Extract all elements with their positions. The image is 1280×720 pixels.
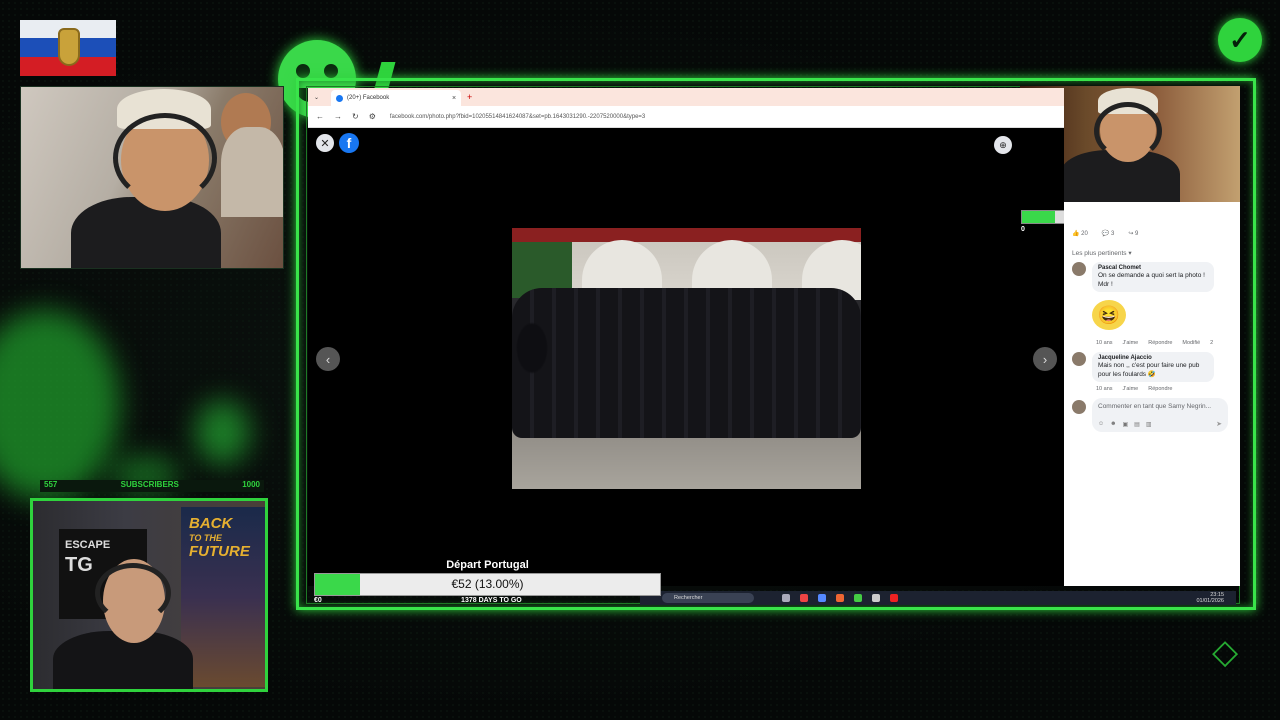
facebook-logo-icon[interactable]: f — [339, 133, 359, 153]
donation-goal-footer: €0 1378 DAYS TO GO — [314, 597, 661, 605]
next-photo-button[interactable]: › — [1033, 347, 1057, 371]
brave-icon[interactable] — [800, 594, 808, 602]
windows-taskbar: Rechercher 23:15 01/01/2026 — [640, 591, 1236, 605]
donation-days: 1378 DAYS TO GO — [461, 597, 522, 604]
webcam-bottom-left: ESCAPE TG BACK TO THE FUTURE — [30, 498, 268, 692]
green-glow-small — [195, 400, 250, 465]
tab-title: (20+) Facebook — [347, 95, 390, 101]
comment-bubble: Jacqueline Ajaccio Mais non ,, c'est pou… — [1092, 352, 1214, 382]
webcam-top-left — [20, 86, 284, 269]
gift-icon[interactable]: ▥ — [1146, 421, 1152, 428]
comment-text: Mais non ,, c'est pour faire une pub pou… — [1098, 362, 1200, 378]
url-field[interactable]: facebook.com/photo.php?fbid=102055148416… — [390, 114, 645, 120]
ethereum-icon: ◇ — [1212, 633, 1239, 671]
zoom-in-icon[interactable]: ⊕ — [994, 136, 1012, 154]
avatar — [1072, 400, 1086, 414]
like-link[interactable]: J'aime — [1123, 340, 1139, 346]
avatar[interactable] — [1072, 352, 1086, 366]
subscribers-goal: 1000 — [242, 480, 260, 489]
donation-start: €0 — [314, 597, 322, 604]
explorer-icon[interactable] — [782, 594, 790, 602]
address-bar: ← → ↻ ⚙ facebook.com/photo.php?fbid=1020… — [308, 106, 1064, 128]
youtube-icon[interactable] — [890, 594, 898, 602]
stream-overlay: ✓ ◇ ESCAPE TG BACK TO THE FUTURE 557 SUB… — [0, 0, 1280, 720]
comment-input[interactable]: Commenter en tant que Samy Negrin... ☺ ☻… — [1092, 398, 1228, 432]
sticker-icon[interactable]: ☺ — [1098, 421, 1104, 428]
chrome-icon[interactable] — [836, 594, 844, 602]
comment-count[interactable]: 💬 3 — [1102, 230, 1114, 237]
play-icon[interactable] — [854, 594, 862, 602]
close-viewer-button[interactable]: ✕ — [316, 134, 334, 152]
emoji-icon[interactable]: ☻ — [1110, 421, 1116, 428]
avatar[interactable] — [1072, 262, 1086, 276]
comment-meta: 10 ans J'aime Répondre Modifié 2 — [1096, 340, 1214, 346]
verified-check-icon: ✓ — [1218, 18, 1262, 62]
goal-zero-label: 0 — [1021, 226, 1025, 233]
donation-goal-bar: €52 (13.00%) — [314, 573, 661, 596]
subscribers-counter: 557 SUBSCRIBERS 1000 — [40, 480, 264, 492]
comment-item: Pascal Chomet On se demande a quoi sert … — [1072, 262, 1214, 292]
forward-icon[interactable]: → — [334, 112, 342, 121]
share-count[interactable]: ↪ 9 — [1128, 230, 1138, 237]
chevron-down-icon[interactable]: ⌄ — [314, 94, 319, 101]
donation-goal-text: €52 (13.00%) — [451, 577, 524, 591]
donation-goal-title: Départ Portugal — [446, 559, 529, 571]
tab-facebook[interactable]: (20+) Facebook × — [331, 90, 462, 106]
reply-link[interactable]: Répondre — [1148, 340, 1172, 346]
camera-icon[interactable]: ▣ — [1122, 421, 1128, 428]
input-tools: ☺ ☻ ▣ ▤ ▥ — [1098, 421, 1151, 428]
subscribers-label: SUBSCRIBERS — [120, 480, 179, 489]
comment-bubble: Pascal Chomet On se demande a quoi sert … — [1092, 262, 1214, 292]
green-glow-left — [0, 310, 120, 500]
reload-icon[interactable]: ↻ — [352, 112, 359, 121]
site-info-icon[interactable]: ⚙ — [369, 112, 376, 121]
like-link[interactable]: J'aime — [1123, 386, 1139, 392]
reaction-bar: 👍 20 💬 3 ↪ 9 — [1072, 230, 1138, 237]
eagle-emblem-icon — [58, 28, 80, 66]
tab-bar: ⌄ (20+) Facebook × + — [308, 88, 1064, 106]
reaction-count[interactable]: 2 — [1210, 340, 1213, 346]
reply-link[interactable]: Répondre — [1148, 386, 1172, 392]
comment-text: On se demande a quoi sert la photo ! Mdr… — [1098, 272, 1205, 288]
taskbar-clock[interactable]: 23:15 01/01/2026 — [1196, 592, 1224, 604]
close-tab-icon[interactable]: × — [452, 95, 456, 102]
new-tab-button[interactable]: + — [467, 92, 472, 102]
browser-window: ⌄ (20+) Facebook × + ← → ↻ ⚙ facebook.co… — [308, 88, 1064, 586]
movie-poster: BACK TO THE FUTURE — [181, 507, 265, 687]
previous-photo-button[interactable]: ‹ — [316, 347, 340, 371]
back-icon[interactable]: ← — [316, 112, 324, 121]
obs-icon[interactable] — [872, 594, 880, 602]
russia-flag-icon — [20, 20, 116, 76]
like-count[interactable]: 👍 20 — [1072, 230, 1088, 237]
comment-meta: 10 ans J'aime Répondre — [1096, 386, 1173, 392]
send-icon[interactable]: ➤ — [1216, 420, 1222, 428]
comment-item: Jacqueline Ajaccio Mais non ,, c'est pou… — [1072, 352, 1214, 382]
facebook-favicon-icon — [336, 94, 344, 102]
group-photo — [512, 228, 861, 489]
gif-icon[interactable]: ▤ — [1134, 421, 1140, 428]
laughing-emoji-icon: 😆 — [1092, 300, 1126, 330]
taskbar-search[interactable]: Rechercher — [662, 593, 754, 603]
photo-viewer: ✕ f ⊕ ‹ › — [308, 128, 1064, 586]
sort-dropdown[interactable]: Les plus pertinents ▾ — [1072, 249, 1132, 257]
discord-icon[interactable] — [818, 594, 826, 602]
subscribers-current: 557 — [44, 480, 58, 489]
comments-panel: 👍 20 💬 3 ↪ 9 Les plus pertinents ▾ Pasca… — [1064, 202, 1240, 586]
